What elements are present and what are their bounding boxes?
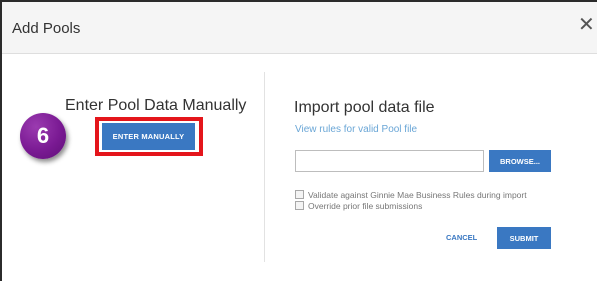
submit-button[interactable]: SUBMIT	[497, 227, 551, 249]
close-icon[interactable]: ✕	[578, 14, 595, 34]
add-pools-dialog: Add Pools ✕ Enter Pool Data Manually 6 E…	[0, 0, 597, 281]
validate-checkbox[interactable]	[295, 190, 304, 199]
column-divider	[264, 72, 265, 262]
validate-option[interactable]: Validate against Ginnie Mae Business Rul…	[295, 189, 527, 200]
override-label: Override prior file submissions	[308, 200, 423, 211]
step-number-badge: 6	[20, 113, 66, 159]
dialog-title: Add Pools	[12, 20, 81, 37]
override-checkbox[interactable]	[295, 201, 304, 210]
override-option[interactable]: Override prior file submissions	[295, 200, 422, 211]
rules-link[interactable]: View rules for valid Pool file	[295, 124, 417, 135]
manual-entry-heading: Enter Pool Data Manually	[65, 97, 247, 114]
file-path-input[interactable]	[295, 150, 484, 172]
enter-manually-button[interactable]: ENTER MANUALLY	[102, 123, 195, 150]
import-heading: Import pool data file	[294, 99, 435, 116]
cancel-button[interactable]: CANCEL	[446, 233, 477, 242]
dialog-header: Add Pools	[2, 2, 597, 54]
browse-button[interactable]: BROWSE...	[489, 150, 551, 172]
validate-label: Validate against Ginnie Mae Business Rul…	[308, 189, 527, 200]
